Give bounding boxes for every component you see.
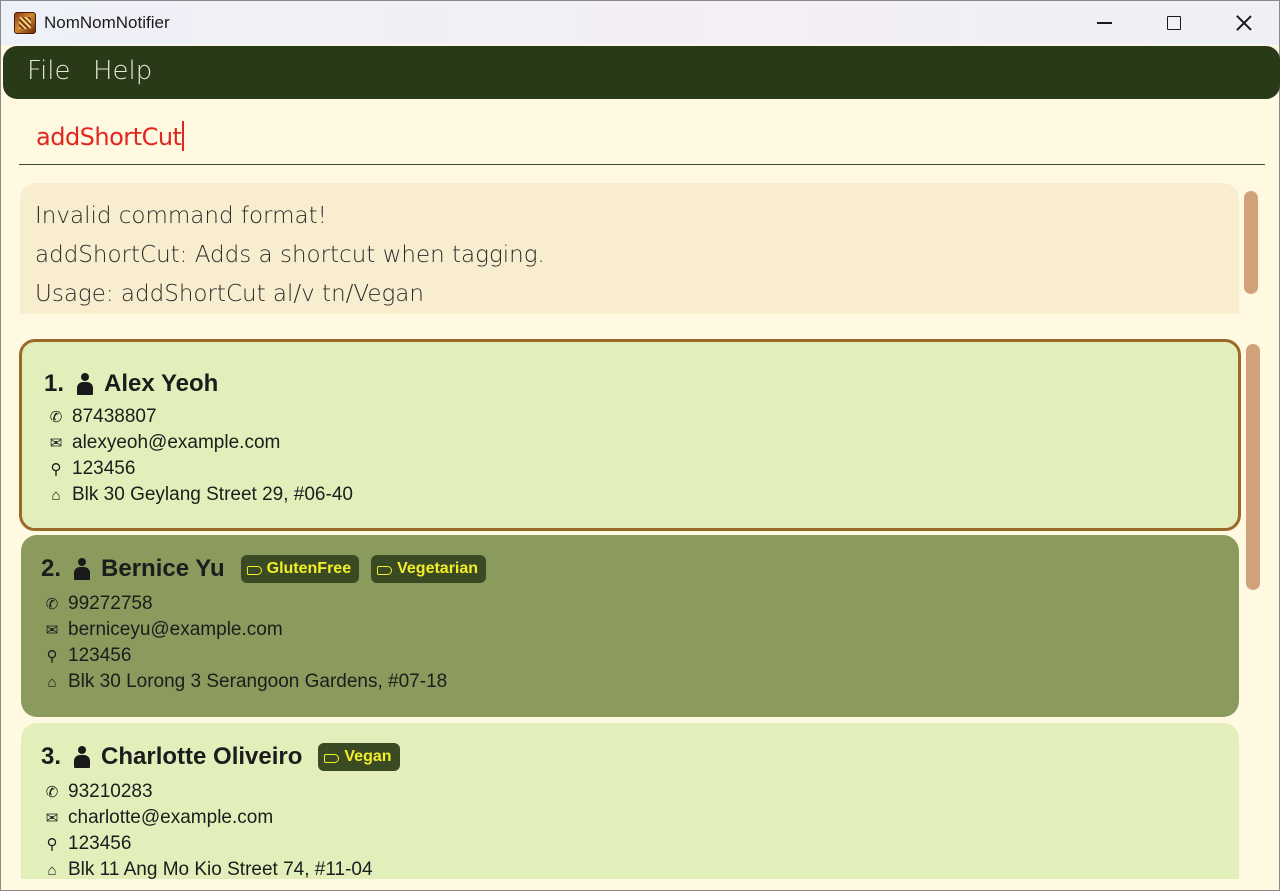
close-button[interactable] [1209,1,1278,45]
tag-label: Vegetarian [397,560,479,577]
home-icon: ⌂ [51,486,61,504]
person-name: Bernice Yu [101,555,225,582]
phone-icon: ✆ [49,408,63,426]
tag-label: Vegan [344,748,392,765]
person-name: Alex Yeoh [104,370,219,397]
command-input[interactable]: addShortCut [36,121,185,151]
maximize-icon [1166,16,1181,30]
person-card[interactable]: 3. Charlotte Oliveiro Vegan ✆ 93210283 ✉… [21,723,1239,879]
phone-row: ✆ 99272758 [42,593,153,615]
result-line: addShortCut: Adds a shortcut when taggin… [35,242,545,268]
address-value: Blk 11 Ang Mo Kio Street 74, #11-04 [68,859,373,879]
tag-icon [377,566,393,575]
phone-icon: ✆ [45,595,59,613]
phone-row: ✆ 93210283 [42,781,153,803]
email-value: alexyeoh@example.com [72,432,281,453]
tag-icon [324,754,340,763]
email-icon: ✉ [45,809,59,827]
pin-icon: ⚲ [50,460,62,478]
person-index: 2. [41,555,62,582]
person-index: 3. [41,743,62,770]
result-line: Invalid command format! [35,203,327,229]
window-title: NomNomNotifier [44,13,170,32]
app-logo-icon [14,12,36,34]
command-input-text: addShortCut [36,123,182,151]
email-icon: ✉ [49,434,63,452]
email-value: berniceyu@example.com [68,619,283,640]
home-icon: ⌂ [47,861,57,879]
menu-file[interactable]: File [27,56,71,86]
email-icon: ✉ [45,621,59,639]
person-index: 1. [44,370,65,397]
pin-icon: ⚲ [46,647,58,665]
postal-row: ⚲ 123456 [46,458,136,480]
tag-badge: GlutenFree [240,555,360,583]
address-value: Blk 30 Geylang Street 29, #06-40 [72,484,353,505]
postal-row: ⚲ 123456 [42,645,132,667]
maximize-button[interactable] [1139,1,1208,45]
person-list: 1. Alex Yeoh ✆ 87438807 ✉ alexyeoh@examp… [1,331,1241,879]
person-name: Charlotte Oliveiro [101,743,303,770]
person-card[interactable]: 1. Alex Yeoh ✆ 87438807 ✉ alexyeoh@examp… [19,339,1241,531]
postal-value: 123456 [72,458,136,479]
email-row: ✉ alexyeoh@example.com [46,432,281,454]
text-caret [182,121,185,151]
title-bar[interactable]: NomNomNotifier [1,1,1279,45]
address-row: ⌂ Blk 30 Lorong 3 Serangoon Gardens, #07… [42,671,447,693]
person-icon [73,746,91,768]
person-card[interactable]: 2. Bernice Yu GlutenFree Vegetarian ✆ 99… [21,535,1239,717]
menu-help[interactable]: Help [93,56,152,86]
person-icon [76,373,94,395]
pin-icon: ⚲ [46,835,58,853]
email-row: ✉ berniceyu@example.com [42,619,283,641]
tag-icon [246,566,262,575]
minimize-button[interactable] [1070,1,1139,45]
email-row: ✉ charlotte@example.com [42,807,273,829]
person-name-row: 3. Charlotte Oliveiro Vegan [41,743,400,771]
menu-bar: File Help [3,46,1280,99]
app-window: NomNomNotifier File Help addShortCut Inv… [0,0,1280,891]
home-icon: ⌂ [47,673,57,691]
result-scrollbar[interactable] [1244,191,1258,294]
postal-value: 123456 [68,833,132,854]
postal-row: ⚲ 123456 [42,833,132,855]
tag-badge: Vegetarian [371,555,487,583]
tag-label: GlutenFree [266,560,352,577]
phone-row: ✆ 87438807 [46,406,157,428]
email-value: charlotte@example.com [68,807,274,828]
result-line: Usage: addShortCut al/v tn/Vegan [35,281,424,307]
minimize-icon [1097,22,1112,24]
phone-value: 93210283 [68,781,153,802]
person-icon [73,558,91,580]
address-row: ⌂ Blk 30 Geylang Street 29, #06-40 [46,484,353,506]
phone-value: 99272758 [68,593,153,614]
tag-badge: Vegan [318,743,400,771]
address-row: ⌂ Blk 11 Ang Mo Kio Street 74, #11-04 [42,859,373,879]
phone-icon: ✆ [45,783,59,801]
phone-value: 87438807 [72,406,157,427]
person-name-row: 2. Bernice Yu GlutenFree Vegetarian [41,555,487,583]
postal-value: 123456 [68,645,132,666]
address-value: Blk 30 Lorong 3 Serangoon Gardens, #07-1… [68,671,448,692]
result-display: Invalid command format! addShortCut: Add… [20,183,1239,314]
close-icon [1236,15,1252,31]
command-box[interactable]: addShortCut [19,107,1265,165]
person-name-row: 1. Alex Yeoh [44,370,218,398]
list-scrollbar[interactable] [1246,344,1260,590]
